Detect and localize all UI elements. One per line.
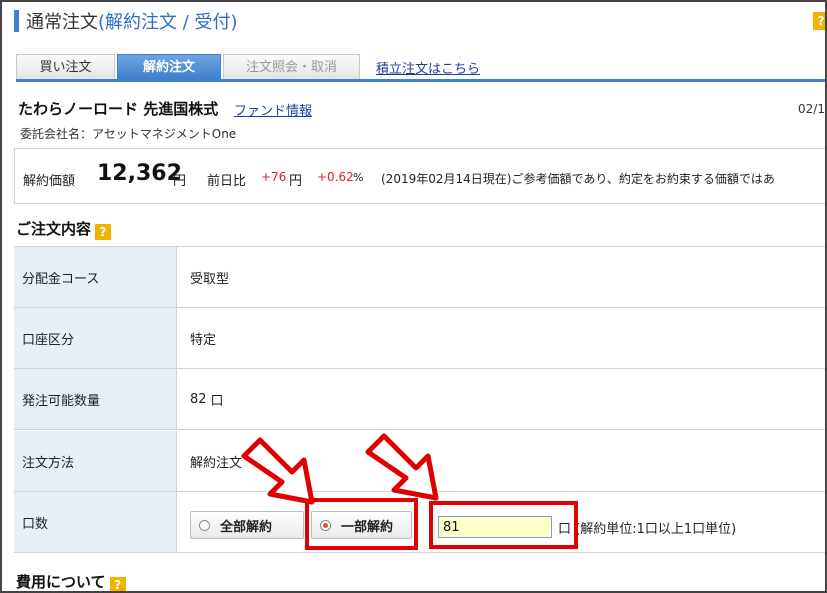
available-quantity-unit: 口 xyxy=(210,393,224,409)
change-unit: 円 xyxy=(289,174,303,189)
price-note: (2019年02月14日現在)ご参考価額であり、約定をお約束する価額ではあ xyxy=(381,172,775,186)
arrow-icon xyxy=(241,437,315,505)
row-label: 口座区分 xyxy=(14,308,177,368)
page-title-sub: (解約注文 / 受付) xyxy=(98,12,238,33)
quantity-note: (解約単位:1口以上1口単位) xyxy=(575,522,737,537)
row-value: 特定 xyxy=(190,332,217,348)
fund-name: たわらノーロード 先進国株式 xyxy=(18,100,219,118)
available-quantity: 82 xyxy=(190,391,207,407)
percent-symbol: % xyxy=(353,171,364,184)
tab-sell-order[interactable]: 解約注文 xyxy=(117,54,221,79)
page-title-main: 通常注文 xyxy=(26,12,98,33)
accumulation-order-link[interactable]: 積立注文はこちら xyxy=(376,58,480,77)
table-row: 分配金コース 受取型 xyxy=(14,247,825,308)
price-label: 解約価額 xyxy=(23,174,76,189)
price-unit: 円 xyxy=(173,174,187,189)
row-label: 注文方法 xyxy=(14,431,177,491)
row-value: 82 口 xyxy=(190,369,224,429)
price-value: 12,362 xyxy=(97,161,182,186)
screenshot-frame: 通常注文(解約注文 / 受付) ? 買い注文 解約注文 注文照会・取消 積立注文… xyxy=(0,0,827,593)
full-redemption-radio[interactable]: 全部解約 xyxy=(190,511,304,539)
radio-off-icon xyxy=(199,519,210,531)
order-form-table: 分配金コース 受取型 口座区分 特定 発注可能数量 82 口 注文方法 解約注文 … xyxy=(14,246,825,553)
help-icon[interactable]: ? xyxy=(95,224,112,240)
title-accent-bar xyxy=(14,10,19,32)
help-icon[interactable]: ? xyxy=(109,577,126,591)
tab-underline xyxy=(16,79,825,82)
row-value: 解約注文 xyxy=(190,455,243,471)
fund-info-link[interactable]: ファンド情報 xyxy=(234,100,312,119)
full-redemption-label: 全部解約 xyxy=(220,519,273,535)
order-section-label: ご注文内容 xyxy=(16,220,92,238)
quantity-input-highlight xyxy=(429,501,578,549)
row-value: 受取型 xyxy=(190,271,230,287)
fee-section-label: 費用について xyxy=(16,573,106,591)
fund-date: 02/1 xyxy=(798,102,825,116)
order-section-title: ご注文内容? xyxy=(16,218,112,240)
row-label: 口数 xyxy=(14,492,177,552)
table-row: 発注可能数量 82 口 xyxy=(14,369,825,430)
table-row: 口座区分 特定 xyxy=(14,308,825,369)
help-icon[interactable]: ? xyxy=(813,12,825,30)
page-title: 通常注文(解約注文 / 受付) xyxy=(26,8,238,34)
price-panel: 解約価額 12,362 円 前日比 +76 円 +0.62 % (2019年02… xyxy=(14,148,825,204)
fee-section-title: 費用について? xyxy=(16,571,126,591)
management-company: 委託会社名：アセットマネジメントOne xyxy=(20,127,237,141)
page-header: 通常注文(解約注文 / 受付) ? xyxy=(14,8,825,34)
arrow-icon xyxy=(365,433,439,501)
change-percent: +0.62 xyxy=(317,170,354,184)
row-label: 分配金コース xyxy=(14,247,177,307)
change-value: +76 xyxy=(261,170,287,184)
change-label: 前日比 xyxy=(207,174,247,189)
tab-buy-order[interactable]: 買い注文 xyxy=(16,54,115,79)
quantity-hint: 口 (解約単位:1口以上1口単位) xyxy=(558,518,736,537)
row-label: 発注可能数量 xyxy=(14,369,177,429)
tab-order-inquiry: 注文照会・取消 xyxy=(223,54,360,79)
